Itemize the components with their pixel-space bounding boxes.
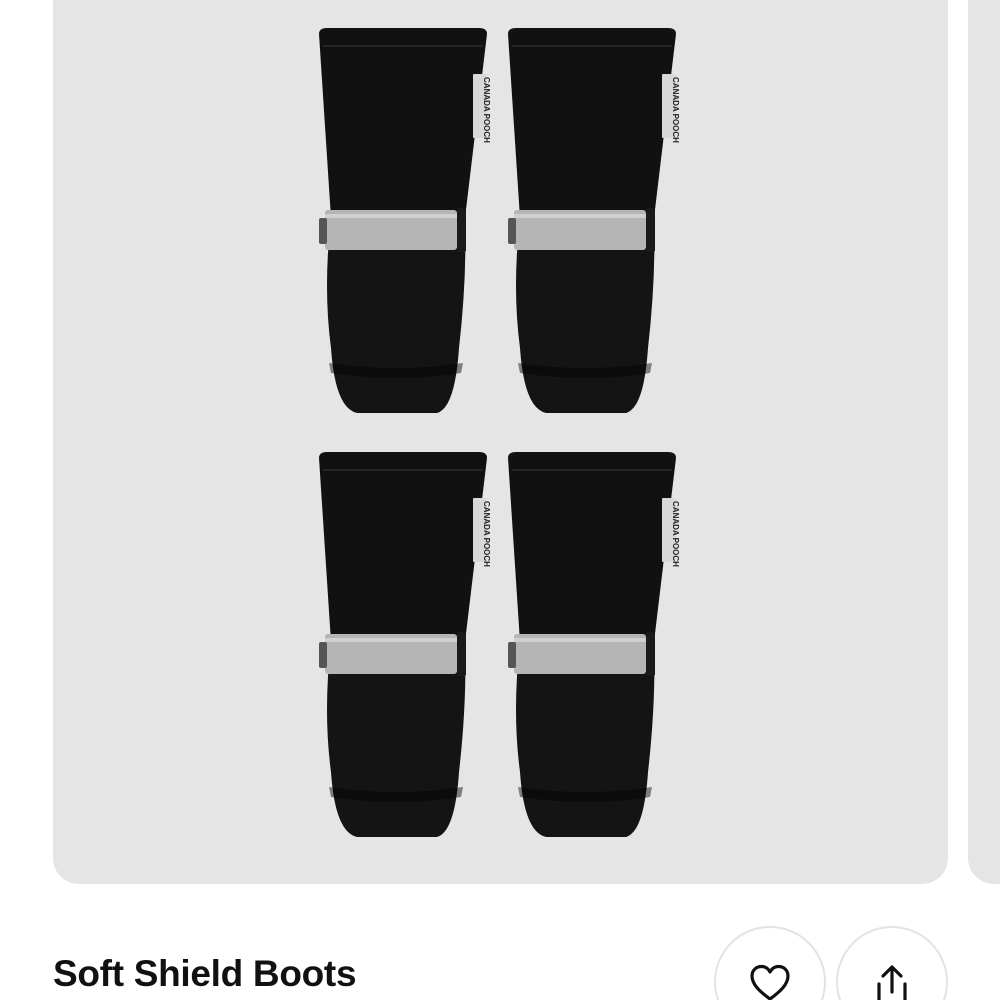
product-page: CANADA POOCH CANADA POOCH CANADA POOCH C… — [0, 0, 1000, 1000]
brand-tag-text: CANADA POOCH — [482, 77, 491, 143]
brand-tag-text: CANADA POOCH — [671, 77, 680, 143]
brand-tag-text: CANADA POOCH — [482, 501, 491, 567]
wishlist-button[interactable] — [714, 926, 826, 1000]
share-button[interactable] — [836, 926, 948, 1000]
boot-bottom-left: CANADA POOCH — [318, 451, 491, 838]
product-image: CANADA POOCH CANADA POOCH CANADA POOCH C… — [318, 27, 680, 838]
heart-icon — [750, 964, 790, 1000]
boot-top-right: CANADA POOCH — [507, 27, 680, 414]
boot-bottom-right: CANADA POOCH — [507, 451, 680, 838]
boot-top-left: CANADA POOCH — [318, 27, 491, 414]
share-icon — [877, 965, 907, 1000]
brand-tag-text: CANADA POOCH — [671, 501, 680, 567]
product-title: Soft Shield Boots — [53, 953, 357, 994]
